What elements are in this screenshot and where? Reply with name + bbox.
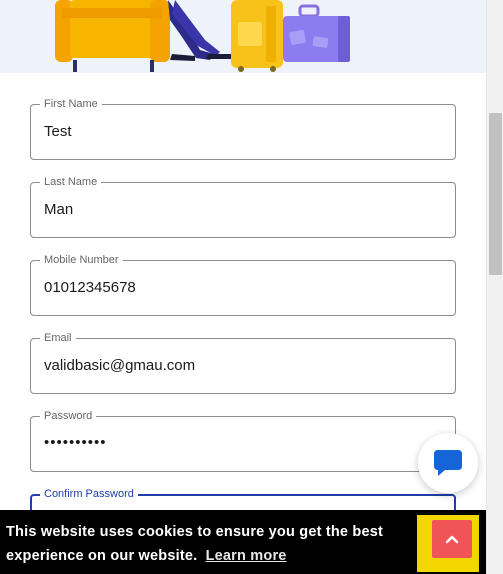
learn-more-link[interactable]: Learn more: [206, 548, 287, 564]
cookie-message: This website uses cookies to ensure you …: [6, 520, 406, 568]
last-name-field[interactable]: Last Name Man: [30, 175, 456, 238]
signup-page: First Name Test Last Name Man Mobile Num…: [0, 0, 503, 574]
chat-bubble-icon: [434, 450, 462, 476]
cookie-consent-bar: This website uses cookies to ensure you …: [0, 510, 486, 574]
chat-button[interactable]: [418, 433, 478, 493]
mobile-number-label: Mobile Number: [40, 253, 123, 267]
scroll-to-top-button[interactable]: [432, 520, 472, 558]
password-label: Password: [40, 409, 97, 423]
last-name-label: Last Name: [40, 175, 102, 189]
travel-illustration: [55, 0, 350, 72]
hero-illustration: [0, 0, 486, 73]
email-value[interactable]: validbasic@gmau.com: [44, 357, 195, 375]
first-name-label: First Name: [40, 97, 102, 111]
cookie-message-text: This website uses cookies to ensure you …: [6, 524, 384, 564]
first-name-field[interactable]: First Name Test: [30, 97, 456, 160]
email-field[interactable]: Email validbasic@gmau.com: [30, 331, 456, 394]
password-field[interactable]: Password ••••••••••: [30, 409, 456, 472]
mobile-number-value[interactable]: 01012345678: [44, 279, 136, 297]
first-name-value[interactable]: Test: [44, 123, 72, 141]
confirm-password-label: Confirm Password: [40, 487, 138, 501]
chevron-up-icon: [445, 535, 459, 544]
scrollbar-thumb[interactable]: [489, 113, 502, 275]
mobile-number-field[interactable]: Mobile Number 01012345678: [30, 253, 456, 316]
registration-form: First Name Test Last Name Man Mobile Num…: [0, 73, 486, 574]
password-value[interactable]: ••••••••••: [44, 434, 107, 452]
email-label: Email: [40, 331, 76, 345]
last-name-value[interactable]: Man: [44, 201, 73, 219]
page-scrollbar[interactable]: [486, 0, 503, 574]
